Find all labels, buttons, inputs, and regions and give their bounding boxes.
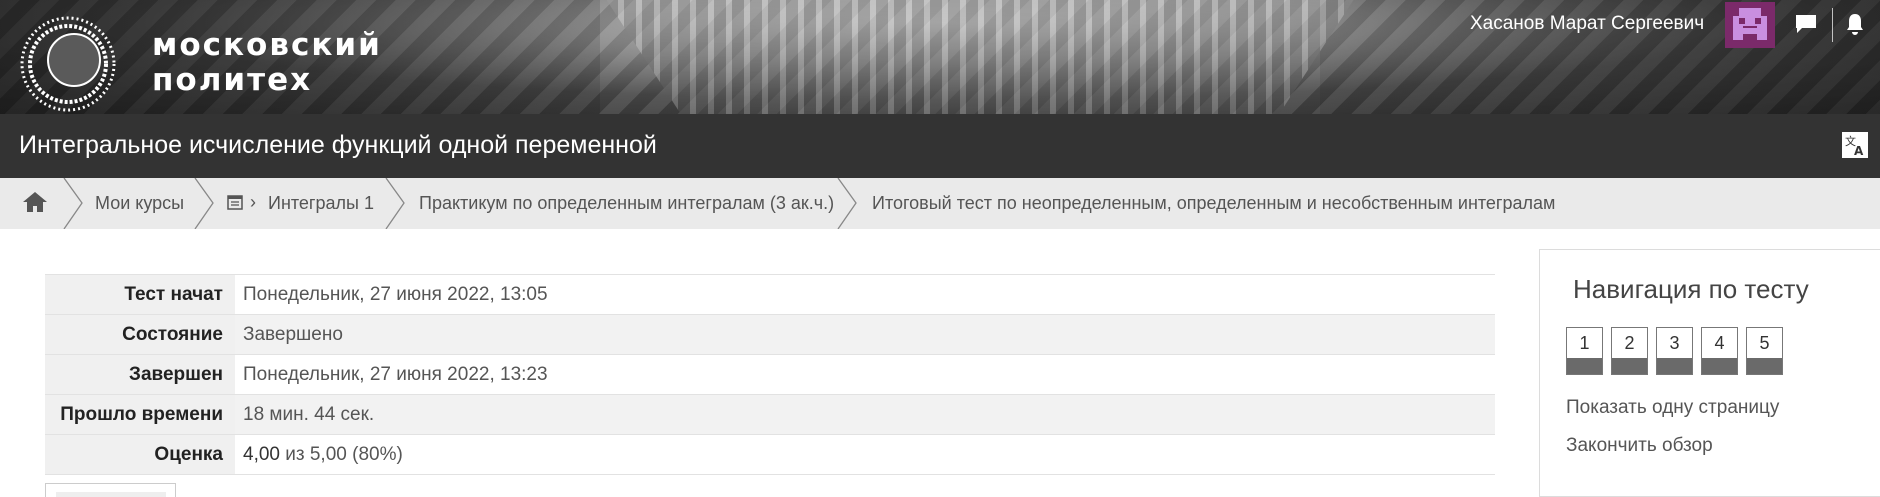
- row-label: Завершен: [45, 355, 235, 394]
- svg-text:A: A: [1854, 144, 1864, 158]
- row-label: Оценка: [45, 435, 235, 474]
- question-button-3[interactable]: 3: [1656, 327, 1693, 375]
- quiz-navigation-title: Навигация по тесту: [1573, 274, 1809, 304]
- table-row: Оценка 4,00 из 5,00 (80%): [45, 435, 1495, 475]
- breadcrumb: Мои курсы › Интегралы 1 Практикум по опр…: [0, 178, 1880, 229]
- row-label: Состояние: [45, 315, 235, 354]
- question-button-5[interactable]: 5: [1746, 327, 1783, 375]
- bell-icon[interactable]: [1843, 12, 1867, 36]
- home-icon[interactable]: [22, 190, 48, 214]
- table-row: Завершен Понедельник, 27 июня 2022, 13:2…: [45, 355, 1495, 395]
- partial-button[interactable]: [45, 483, 176, 497]
- header-banner: московский политех Хасанов Марат Сергеев…: [0, 0, 1880, 114]
- user-name[interactable]: Хасанов Марат Сергеевич: [1470, 13, 1704, 35]
- row-value: Понедельник, 27 июня 2022, 13:05: [243, 284, 548, 305]
- calendar-icon: [227, 195, 243, 210]
- university-logo[interactable]: [18, 14, 118, 114]
- breadcrumb-my-courses[interactable]: Мои курсы: [95, 193, 184, 214]
- table-row: Тест начат Понедельник, 27 июня 2022, 13…: [45, 275, 1495, 315]
- grade-score: 4,00: [243, 444, 280, 465]
- quiz-navigation-block: Навигация по тесту 1 2 3 4 5 Показать од…: [1539, 249, 1880, 497]
- row-value: Понедельник, 27 июня 2022, 13:23: [243, 364, 548, 385]
- header-divider: [1832, 8, 1833, 42]
- translate-icon[interactable]: 文 A: [1842, 132, 1868, 158]
- breadcrumb-practicum[interactable]: Практикум по определенным интегралам (3 …: [419, 193, 834, 214]
- message-icon[interactable]: [1794, 12, 1818, 36]
- row-label: Тест начат: [45, 275, 235, 314]
- university-name[interactable]: московский политех: [152, 28, 382, 98]
- question-button-4[interactable]: 4: [1701, 327, 1738, 375]
- row-value-grade: 4,00 из 5,00 (80%): [235, 435, 1495, 474]
- chevron-small-icon: ›: [250, 192, 256, 212]
- course-title-bar: Интегральное исчисление функций одной пе…: [0, 114, 1880, 178]
- row-value: 18 мин. 44 сек.: [243, 404, 375, 425]
- grade-rest: из 5,00 (80%): [279, 444, 403, 465]
- breadcrumb-section[interactable]: Интегралы 1: [268, 193, 374, 214]
- table-row: Состояние Завершено: [45, 315, 1495, 355]
- quiz-summary-table: Тест начат Понедельник, 27 июня 2022, 13…: [45, 274, 1495, 475]
- row-value: Завершено: [243, 324, 343, 345]
- avatar[interactable]: [1725, 2, 1775, 48]
- chevron-right-icon: [63, 178, 83, 229]
- course-title: Интегральное исчисление функций одной пе…: [19, 131, 657, 159]
- table-row: Прошло времени 18 мин. 44 сек.: [45, 395, 1495, 435]
- finish-review-link[interactable]: Закончить обзор: [1566, 435, 1713, 457]
- breadcrumb-final-test[interactable]: Итоговый тест по неопределенным, определ…: [872, 193, 1555, 214]
- question-button-2[interactable]: 2: [1611, 327, 1648, 375]
- chevron-right-icon: [385, 178, 405, 229]
- row-label: Прошло времени: [45, 395, 235, 434]
- show-one-page-link[interactable]: Показать одну страницу: [1566, 397, 1779, 419]
- question-button-1[interactable]: 1: [1566, 327, 1603, 375]
- banner-image: [600, 0, 1360, 114]
- chevron-right-icon: [837, 178, 857, 229]
- chevron-right-icon: [194, 178, 214, 229]
